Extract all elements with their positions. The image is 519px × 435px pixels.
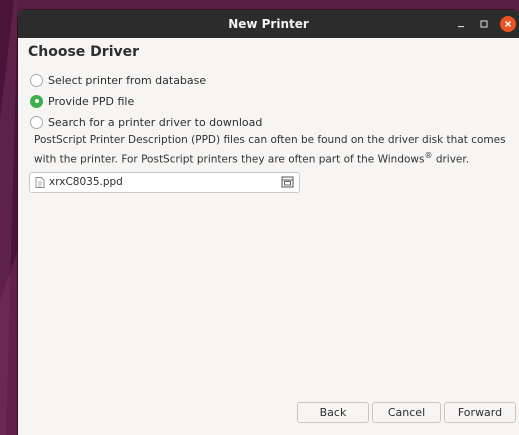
cancel-button[interactable]: Cancel — [372, 402, 441, 423]
forward-button[interactable]: Forward — [444, 402, 516, 423]
back-button[interactable]: Back — [297, 402, 369, 423]
radio-provide-ppd-file[interactable]: Provide PPD file — [30, 91, 509, 111]
description-suffix: driver. — [432, 153, 470, 166]
radio-search-driver-download[interactable]: Search for a printer driver to download — [30, 112, 509, 132]
folder-browse-icon[interactable] — [281, 175, 294, 188]
close-icon — [505, 21, 511, 27]
dialog-buttons: Back Cancel Forward — [297, 402, 516, 423]
page-title: Choose Driver — [28, 44, 140, 60]
ppd-description: PostScript Printer Description (PPD) fil… — [34, 133, 512, 168]
title-bar: New Printer — [18, 10, 519, 38]
new-printer-dialog: New Printer Choose Driver Select printer… — [18, 10, 519, 435]
maximize-icon — [480, 20, 488, 28]
radio-label: Select printer from database — [48, 73, 207, 87]
minimize-button[interactable] — [453, 16, 469, 32]
radio-label: Search for a printer driver to download — [48, 115, 263, 129]
radio-indicator — [30, 73, 43, 87]
document-icon — [35, 176, 45, 188]
selected-file-name: xrxC8035.ppd — [49, 176, 123, 188]
minimize-icon — [458, 26, 464, 28]
radio-select-from-database[interactable]: Select printer from database — [30, 70, 509, 90]
radio-indicator — [30, 115, 43, 129]
radio-label: Provide PPD file — [48, 94, 135, 108]
ppd-file-chooser[interactable]: xrxC8035.ppd — [29, 171, 300, 193]
window-title: New Printer — [228, 17, 309, 31]
maximize-button[interactable] — [476, 16, 492, 32]
radio-indicator-checked — [30, 94, 43, 108]
dialog-content: Choose Driver Select printer from databa… — [18, 38, 519, 435]
close-button[interactable] — [500, 16, 516, 32]
